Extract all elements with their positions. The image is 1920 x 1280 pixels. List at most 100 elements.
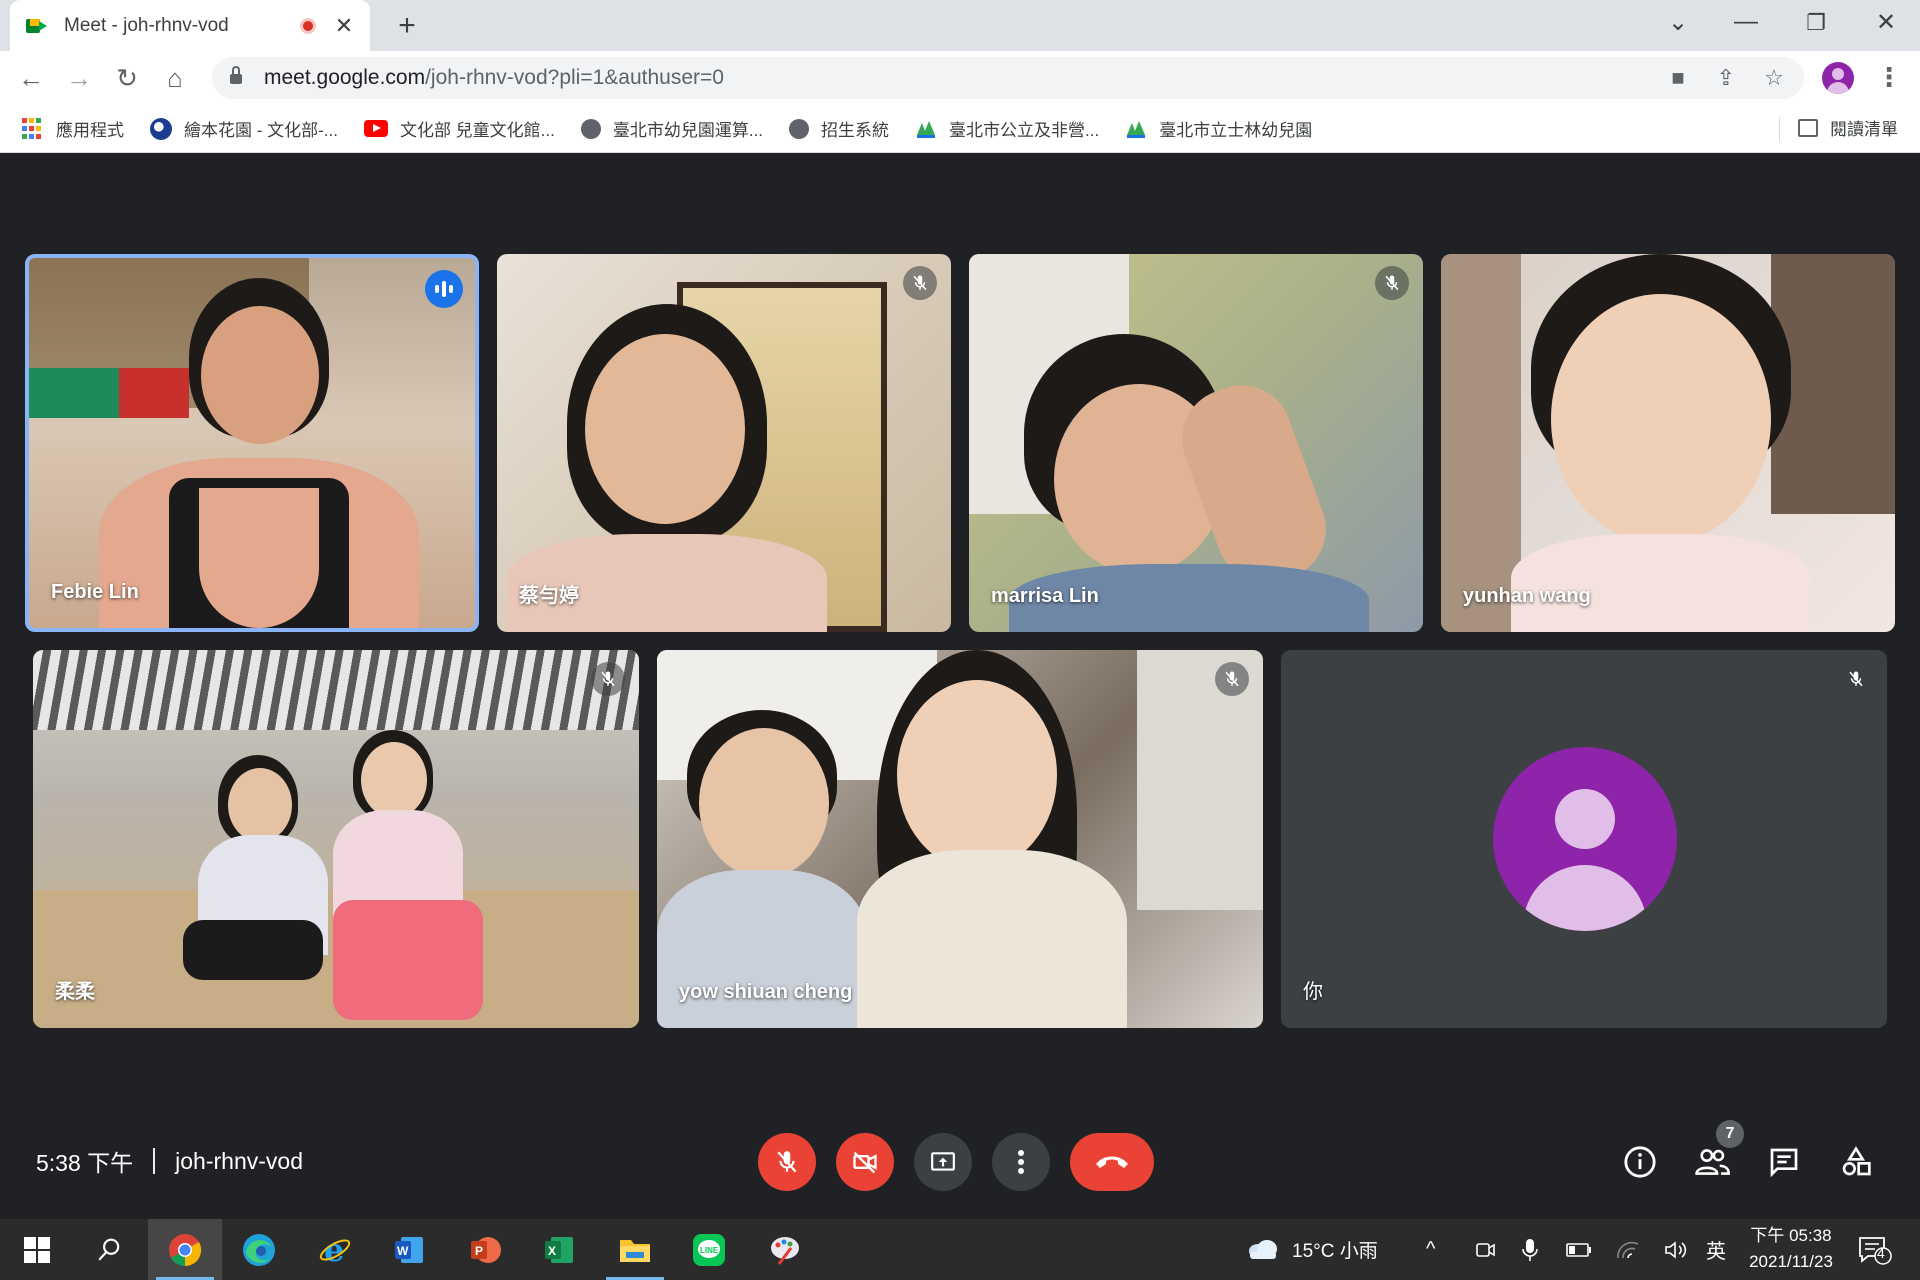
wifi-icon[interactable] [1616, 1219, 1640, 1280]
tab-search-icon[interactable]: ⌄ [1658, 8, 1698, 37]
tab-title: Meet - joh-rhnv-vod [64, 14, 229, 36]
speaking-indicator-icon [425, 270, 463, 308]
svg-text:W: W [397, 1244, 409, 1258]
powerpoint-icon: P [471, 1236, 501, 1263]
notification-icon [1859, 1236, 1892, 1265]
notification-center-button[interactable]: 4 [1858, 1219, 1892, 1280]
reading-list-button[interactable]: 閱讀清單 [1798, 115, 1898, 140]
participant-name: marrisa Lin [991, 585, 1099, 607]
taskbar-ie[interactable]: e [298, 1219, 372, 1280]
meeting-info-divider [153, 1148, 156, 1174]
input-method-indicator[interactable]: 英 [1706, 1219, 1726, 1280]
video-feed [33, 650, 639, 1028]
people-button[interactable] [1690, 1140, 1734, 1184]
close-window-icon[interactable]: ✕ [1866, 8, 1906, 37]
taipei-icon [1125, 119, 1147, 139]
video-feed [497, 254, 951, 632]
taskbar-search-button[interactable] [72, 1219, 146, 1280]
browser-tab-meet[interactable]: Meet - joh-rhnv-vod ✕ [10, 0, 370, 51]
volume-icon[interactable] [1664, 1219, 1690, 1280]
participant-tile[interactable]: 蔡勻婷 [497, 254, 951, 632]
muted-mic-icon [903, 266, 937, 300]
browser-toolbar: ← → ↻ ⌂ meet.google.com/joh-rhnv-vod?pli… [0, 51, 1920, 105]
bookmarks-bar: 應用程式 繪本花園 - 文化部-... 文化部 兒童文化館... 臺北市幼兒園運… [0, 105, 1920, 153]
weather-widget[interactable]: 15°C 小雨 [1246, 1219, 1378, 1280]
chat-button[interactable] [1762, 1140, 1806, 1184]
more-vert-icon [1018, 1150, 1024, 1174]
participant-tile[interactable]: 柔柔 [33, 650, 639, 1028]
taskbar-edge[interactable] [222, 1219, 296, 1280]
recording-indicator-icon [300, 17, 316, 34]
microphone-in-use-icon[interactable] [1522, 1219, 1538, 1280]
video-feed [969, 254, 1423, 632]
profile-avatar-icon[interactable] [1822, 62, 1854, 94]
present-screen-icon [931, 1152, 955, 1171]
internet-explorer-icon: e [319, 1233, 351, 1267]
paint-icon [771, 1236, 799, 1265]
apps-grid-icon [22, 117, 44, 140]
activities-button[interactable] [1834, 1140, 1878, 1184]
leave-call-button[interactable] [1070, 1133, 1154, 1191]
bookmark-picturebook-garden[interactable]: 繪本花園 - 文化部-... [150, 116, 338, 141]
start-button[interactable] [0, 1219, 74, 1280]
participant-name: 蔡勻婷 [519, 585, 579, 607]
taskbar-excel[interactable]: X [522, 1219, 596, 1280]
bookmark-enrollment[interactable]: 招生系統 [789, 116, 889, 141]
meet-favicon-icon [26, 17, 48, 35]
address-bar[interactable]: meet.google.com/joh-rhnv-vod?pli=1&authu… [212, 57, 1804, 99]
participant-name: 柔柔 [55, 981, 95, 1003]
bookmark-taipei-public[interactable]: 臺北市公立及非營... [915, 116, 1099, 141]
participant-tile[interactable]: Febie Lin [25, 254, 479, 632]
bookmark-star-icon[interactable]: ☆ [1762, 65, 1786, 91]
bookmark-kindergarten-ops[interactable]: 臺北市幼兒園運算... [580, 116, 763, 141]
taskbar-word[interactable]: W [372, 1219, 446, 1280]
edge-icon [243, 1233, 275, 1266]
svg-text:P: P [475, 1244, 483, 1258]
meet-stage: Febie Lin 蔡勻婷 marrisa Lin yunhan wang 柔柔… [0, 153, 1920, 1219]
meet-now-icon[interactable] [1474, 1219, 1496, 1280]
svg-text:X: X [548, 1244, 556, 1258]
back-icon[interactable]: ← [14, 61, 48, 95]
windows-taskbar: e W P X LINE 15°C 小雨 ^ 英 下午 05:38 2021/1… [0, 1219, 1920, 1280]
participant-name: Febie Lin [51, 581, 139, 603]
toggle-camera-button[interactable] [836, 1133, 894, 1191]
cloud-rain-icon [1249, 1239, 1277, 1259]
minimize-window-icon[interactable]: — [1726, 8, 1766, 36]
taskbar-file-explorer[interactable] [598, 1219, 672, 1280]
people-icon [1695, 1149, 1730, 1175]
camera-in-use-icon[interactable]: ■ [1666, 65, 1690, 91]
meeting-code: joh-rhnv-vod [175, 1147, 303, 1174]
participant-tile[interactable]: marrisa Lin [969, 254, 1423, 632]
bookmark-children-culture[interactable]: 文化部 兒童文化館... [363, 116, 555, 141]
new-tab-button[interactable]: + [392, 9, 422, 43]
restore-window-icon[interactable]: ❐ [1796, 10, 1836, 36]
share-icon[interactable]: ⇪ [1714, 65, 1738, 91]
taskbar-chrome[interactable] [148, 1219, 222, 1280]
bookmark-apps[interactable]: 應用程式 [22, 116, 124, 141]
site-icon [150, 117, 172, 140]
battery-icon[interactable] [1566, 1219, 1592, 1280]
present-screen-button[interactable] [914, 1133, 972, 1191]
meeting-details-button[interactable] [1618, 1140, 1662, 1184]
close-tab-icon[interactable]: ✕ [334, 13, 354, 39]
home-icon[interactable]: ⌂ [158, 61, 192, 95]
self-tile[interactable]: 你 [1281, 650, 1887, 1028]
forward-icon[interactable]: → [62, 61, 96, 95]
taskbar-paint[interactable] [748, 1219, 822, 1280]
activities-icon [1842, 1146, 1871, 1176]
chrome-menu-icon[interactable]: ⋮ [1876, 63, 1902, 91]
reload-icon[interactable]: ↻ [110, 61, 144, 95]
participant-tile[interactable]: yow shiuan cheng [657, 650, 1263, 1028]
lock-icon[interactable] [230, 66, 242, 85]
tab-strip: Meet - joh-rhnv-vod ✕ + ⌄ — ❐ ✕ [0, 0, 1920, 51]
toggle-mic-button[interactable] [758, 1133, 816, 1191]
show-hidden-icons-button[interactable]: ^ [1426, 1219, 1435, 1280]
bookmark-shilin-kindergarten[interactable]: 臺北市立士林幼兒園 [1125, 116, 1312, 141]
taskbar-powerpoint[interactable]: P [448, 1219, 522, 1280]
reading-list-icon [1798, 118, 1818, 137]
taskbar-clock[interactable]: 下午 05:38 2021/11/23 [1736, 1223, 1846, 1275]
taskbar-line[interactable]: LINE [672, 1219, 746, 1280]
meeting-details: 5:38 下午 joh-rhnv-vod [36, 1144, 303, 1178]
more-options-button[interactable] [992, 1133, 1050, 1191]
participant-tile[interactable]: yunhan wang [1441, 254, 1895, 632]
